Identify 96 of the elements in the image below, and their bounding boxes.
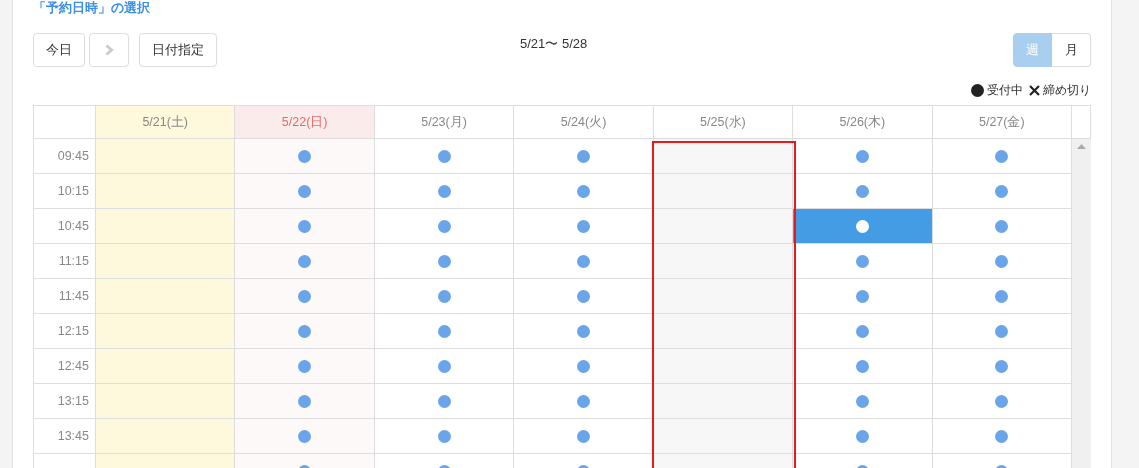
dot-icon xyxy=(995,289,1009,303)
dot-icon xyxy=(855,359,869,373)
slot-cell[interactable] xyxy=(932,314,1072,349)
slot-cell[interactable] xyxy=(932,244,1072,279)
dot-icon xyxy=(577,149,590,163)
slot-cell[interactable] xyxy=(235,314,375,349)
dot-icon xyxy=(995,324,1009,338)
slot-cell[interactable] xyxy=(374,419,515,454)
slot-cell[interactable] xyxy=(374,174,515,209)
slot-cell[interactable] xyxy=(932,349,1072,384)
slot-cell[interactable] xyxy=(793,209,933,244)
dot-icon xyxy=(437,149,451,163)
slot-cell[interactable] xyxy=(374,384,515,419)
slot-cell[interactable] xyxy=(235,139,375,174)
slot-cell[interactable] xyxy=(793,139,933,174)
slot-cell[interactable] xyxy=(793,244,933,279)
dot-icon xyxy=(437,359,451,373)
dot-icon xyxy=(577,394,590,408)
slot-cell[interactable] xyxy=(932,139,1072,174)
section-title: 「予約日時」の選択 xyxy=(33,0,151,16)
dot-icon xyxy=(995,359,1009,373)
day-header: 5/22(日) xyxy=(235,106,375,139)
date-picker-button[interactable]: 日付指定 xyxy=(139,33,217,67)
dot-icon xyxy=(577,184,590,198)
dot-icon xyxy=(995,254,1009,268)
chevron-right-icon xyxy=(104,44,114,56)
dot-icon xyxy=(298,394,312,408)
dot-icon xyxy=(437,429,451,443)
dot-icon xyxy=(298,429,312,443)
day-header: 5/21(土) xyxy=(96,106,236,139)
dot-icon xyxy=(855,429,869,443)
today-button[interactable]: 今日 xyxy=(33,33,85,67)
slot-cell[interactable] xyxy=(932,384,1072,419)
slot-cell[interactable] xyxy=(374,244,515,279)
dot-icon xyxy=(437,324,451,338)
dot-icon xyxy=(855,394,869,408)
date-range: 5/21〜 5/28 xyxy=(520,35,588,53)
slot-cell[interactable] xyxy=(374,314,515,349)
slot-cell[interactable] xyxy=(932,279,1072,314)
dot-icon xyxy=(298,254,312,268)
dot-icon xyxy=(437,289,451,303)
slot-cell[interactable] xyxy=(793,279,933,314)
slot-cell[interactable] xyxy=(793,419,933,454)
dot-icon xyxy=(577,254,590,268)
slot-cell[interactable] xyxy=(932,174,1072,209)
scrollbar[interactable] xyxy=(1072,139,1091,468)
dot-icon xyxy=(577,429,590,443)
dot-icon xyxy=(855,149,869,163)
dot-icon xyxy=(437,184,451,198)
dot-icon xyxy=(298,289,312,303)
slot-cell[interactable] xyxy=(235,209,375,244)
dot-icon xyxy=(995,394,1009,408)
dot-icon xyxy=(437,219,451,233)
dot-icon xyxy=(437,394,451,408)
dot-icon xyxy=(995,219,1009,233)
dot-icon xyxy=(995,149,1009,163)
dot-icon xyxy=(855,219,869,233)
slot-cell[interactable] xyxy=(235,384,375,419)
dot-icon xyxy=(971,84,984,97)
slot-cell[interactable] xyxy=(932,419,1072,454)
slot-cell[interactable] xyxy=(374,209,515,244)
slot-cell[interactable] xyxy=(793,384,933,419)
dot-icon xyxy=(855,254,869,268)
dot-icon xyxy=(577,219,590,233)
legend-label: 締め切り xyxy=(1043,82,1091,99)
dot-icon xyxy=(298,359,312,373)
slot-cell[interactable] xyxy=(235,244,375,279)
dot-icon xyxy=(577,359,590,373)
dot-icon xyxy=(995,429,1009,443)
slot-cell[interactable] xyxy=(514,139,654,174)
slot-cell[interactable] xyxy=(793,349,933,384)
dot-icon xyxy=(855,184,869,198)
slot-cell[interactable] xyxy=(793,314,933,349)
up-arrow-icon[interactable] xyxy=(1077,144,1086,149)
slot-cell[interactable] xyxy=(932,209,1072,244)
slot-cell[interactable] xyxy=(235,174,375,209)
dot-icon xyxy=(577,289,590,303)
cross-icon xyxy=(1029,85,1040,96)
legend-label: 受付中 xyxy=(987,82,1023,99)
slot-cell[interactable] xyxy=(793,174,933,209)
dot-icon xyxy=(577,324,590,338)
dot-icon xyxy=(995,184,1009,198)
slot-cell[interactable] xyxy=(374,349,515,384)
slot-cell[interactable] xyxy=(235,349,375,384)
slot-cell[interactable] xyxy=(235,279,375,314)
slot-cell[interactable] xyxy=(235,419,375,454)
slot-cell[interactable] xyxy=(374,279,515,314)
dot-icon xyxy=(298,149,312,163)
dot-icon xyxy=(437,254,451,268)
dot-icon xyxy=(298,184,312,198)
dot-icon xyxy=(298,324,312,338)
dot-icon xyxy=(855,289,869,303)
dot-icon xyxy=(298,219,312,233)
view-tab[interactable]: 月 xyxy=(1052,33,1091,67)
slot-cell[interactable] xyxy=(374,139,515,174)
dot-icon xyxy=(855,324,869,338)
